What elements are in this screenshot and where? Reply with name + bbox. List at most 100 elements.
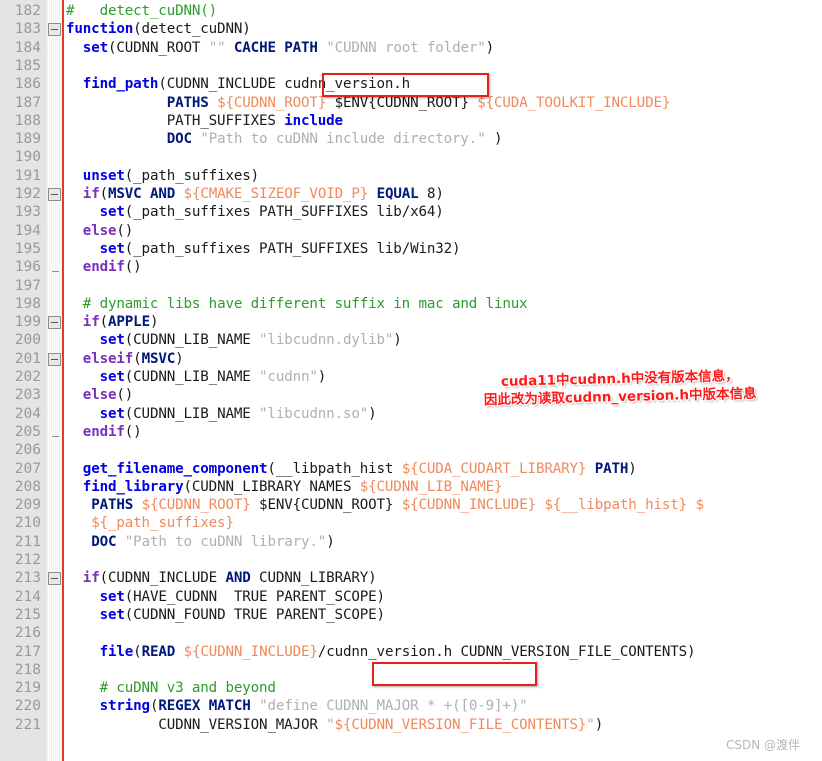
code-token-var: ${CMAKE_SIZEOF_VOID_P}: [183, 186, 369, 202]
code-token-var: ${CUDNN_INCLUDE}: [183, 643, 318, 660]
code-token-plain: (: [99, 314, 109, 331]
fold-collapse-icon[interactable]: [48, 188, 61, 201]
code-line[interactable]: function(detect_cuDNN): [66, 20, 251, 38]
code-line[interactable]: set(CUDNN_LIB_NAME "libcudnn.dylib"): [66, 331, 402, 349]
fold-collapse-icon[interactable]: [48, 352, 61, 366]
code-token-str: "cudnn": [259, 369, 318, 385]
line-number: 195: [14, 240, 41, 257]
code-folding-gutter[interactable]: [47, 0, 63, 761]
code-line[interactable]: DOC "Path to cuDNN library."): [66, 533, 335, 551]
code-line[interactable]: set(CUDNN_ROOT "" CACHE PATH "CUDNN root…: [66, 39, 494, 57]
code-token-cmd: set: [99, 606, 125, 623]
code-line[interactable]: get_filename_component(__libpath_hist ${…: [66, 460, 637, 478]
code-line[interactable]: # detect_cuDNN(): [66, 2, 217, 20]
code-token-var: ${CUDNN_ROOT}: [217, 94, 327, 111]
code-line[interactable]: find_library(CUDNN_LIBRARY NAMES ${CUDNN…: [66, 478, 503, 496]
code-token-str: ": [326, 716, 335, 733]
code-line[interactable]: ${_path_suffixes}: [66, 514, 234, 532]
code-line[interactable]: # dynamic libs have different suffix in …: [66, 295, 528, 313]
code-line[interactable]: CUDNN_VERSION_MAJOR "${CUDNN_VERSION_FIL…: [66, 716, 603, 734]
code-token-plain: ): [368, 405, 377, 422]
fold-collapse-icon[interactable]: [48, 572, 61, 586]
code-token-plain: (: [133, 643, 142, 660]
code-line[interactable]: set(_path_suffixes PATH_SUFFIXES lib/x64…: [66, 203, 444, 221]
fold-collapse-icon[interactable]: [48, 23, 61, 37]
watermark: CSDN @渡伴: [726, 738, 801, 752]
code-line[interactable]: set(CUDNN_LIB_NAME "libcudnn.so"): [66, 405, 377, 423]
code-token-var: ${CUDNN_INCLUDE}: [401, 497, 536, 514]
fold-collapse-icon[interactable]: [48, 316, 61, 330]
code-line[interactable]: string(REGEX MATCH "define CUDNN_MAJOR *…: [66, 697, 528, 715]
code-line[interactable]: set(_path_suffixes PATH_SUFFIXES lib/Win…: [66, 240, 461, 258]
code-line[interactable]: if(CUDNN_INCLUDE AND CUDNN_LIBRARY): [66, 569, 377, 587]
code-line[interactable]: set(HAVE_CUDNN TRUE PARENT_SCOPE): [66, 588, 385, 606]
code-token-ctrl: elseif: [82, 350, 134, 367]
code-token-var: ${CUDA_CUDART_LIBRARY}: [401, 460, 587, 477]
code-line[interactable]: # cuDNN v3 and beyond: [66, 679, 276, 697]
code-line[interactable]: PATHS ${CUDNN_ROOT} $ENV{CUDNN_ROOT} ${C…: [66, 496, 704, 514]
code-token-cmd: find_path: [82, 76, 159, 93]
code-token-plain: CUDNN_VERSION_MAJOR: [66, 716, 327, 733]
code-token-plain: (_path_suffixes PATH_SUFFIXES lib/Win32): [124, 240, 461, 257]
code-token-plain: ): [317, 369, 327, 385]
code-line[interactable]: set(CUDNN_FOUND TRUE PARENT_SCOPE): [66, 606, 385, 624]
code-token-plain: (CUDNN_INCLUDE cudnn_version.h: [158, 76, 411, 93]
line-number: 192: [14, 186, 41, 202]
code-line[interactable]: else(): [66, 222, 134, 240]
code-token-cmd: set: [99, 405, 125, 422]
code-line[interactable]: else(): [66, 386, 134, 404]
line-number: 194: [14, 222, 41, 239]
code-line[interactable]: endif(): [66, 258, 142, 276]
fold-region-end-icon[interactable]: [52, 271, 59, 273]
code-token-plain: (: [133, 350, 142, 367]
line-number: 191: [14, 167, 41, 184]
code-line[interactable]: elseif(MSVC): [66, 350, 184, 368]
code-token-str: ": [586, 716, 595, 733]
code-line[interactable]: find_path(CUDNN_INCLUDE cudnn_version.h: [66, 75, 410, 93]
code-token-plain: ): [594, 716, 604, 733]
code-line[interactable]: if(APPLE): [66, 313, 159, 331]
code-token-cmt: # dynamic libs have different suffix in …: [82, 295, 528, 312]
code-token-ctrl: endif: [82, 423, 125, 440]
code-token-kw: MSVC: [141, 350, 176, 367]
annotation-callout: cuda11中cudnn.h中没有版本信息， 因此改为读取cudnn_versi…: [470, 366, 771, 409]
code-token-kw: DOC: [91, 533, 117, 550]
code-editor[interactable]: 182 183 184 185 186 187 188 189 190 191 192 193 194 1…: [0, 0, 822, 761]
code-line[interactable]: unset(_path_suffixes): [66, 167, 259, 185]
line-number: 184: [14, 39, 41, 56]
line-number: 221: [14, 716, 41, 733]
code-token-cmd: set: [82, 39, 108, 56]
annotation-line-1: cuda11中cudnn.h中没有版本信息，: [500, 368, 739, 390]
code-token-plain: /cudnn_version.h CUDNN_VERSION_FILE_CONT…: [317, 643, 696, 660]
code-token-plain: (CUDNN_LIB_NAME: [124, 405, 260, 422]
line-number: 211: [14, 533, 41, 550]
code-line[interactable]: file(READ ${CUDNN_INCLUDE}/cudnn_version…: [66, 643, 696, 661]
vcs-change-marker-bar: [62, 0, 64, 761]
fold-region-end-icon[interactable]: [52, 435, 59, 437]
line-number: 217: [14, 643, 41, 660]
code-line[interactable]: DOC "Path to cuDNN include directory." ): [66, 130, 503, 148]
code-token-plain: $ENV{CUDNN_ROOT}: [250, 497, 402, 514]
code-token-kw: READ: [141, 643, 176, 660]
code-line[interactable]: set(CUDNN_LIB_NAME "cudnn"): [66, 368, 327, 386]
code-line[interactable]: PATH_SUFFIXES include: [66, 112, 343, 130]
code-line[interactable]: PATHS ${CUDNN_ROOT} $ENV{CUDNN_ROOT} ${C…: [66, 94, 671, 112]
line-number: 218: [14, 661, 41, 678]
code-line[interactable]: if(MSVC AND ${CMAKE_SIZEOF_VOID_P} EQUAL…: [66, 185, 444, 203]
line-number: 220: [14, 698, 41, 715]
code-token-plain: ): [175, 350, 184, 367]
line-number: 206: [14, 442, 41, 459]
code-token-plain: (CUDNN_INCLUDE: [99, 570, 226, 587]
code-line[interactable]: endif(): [66, 423, 142, 441]
